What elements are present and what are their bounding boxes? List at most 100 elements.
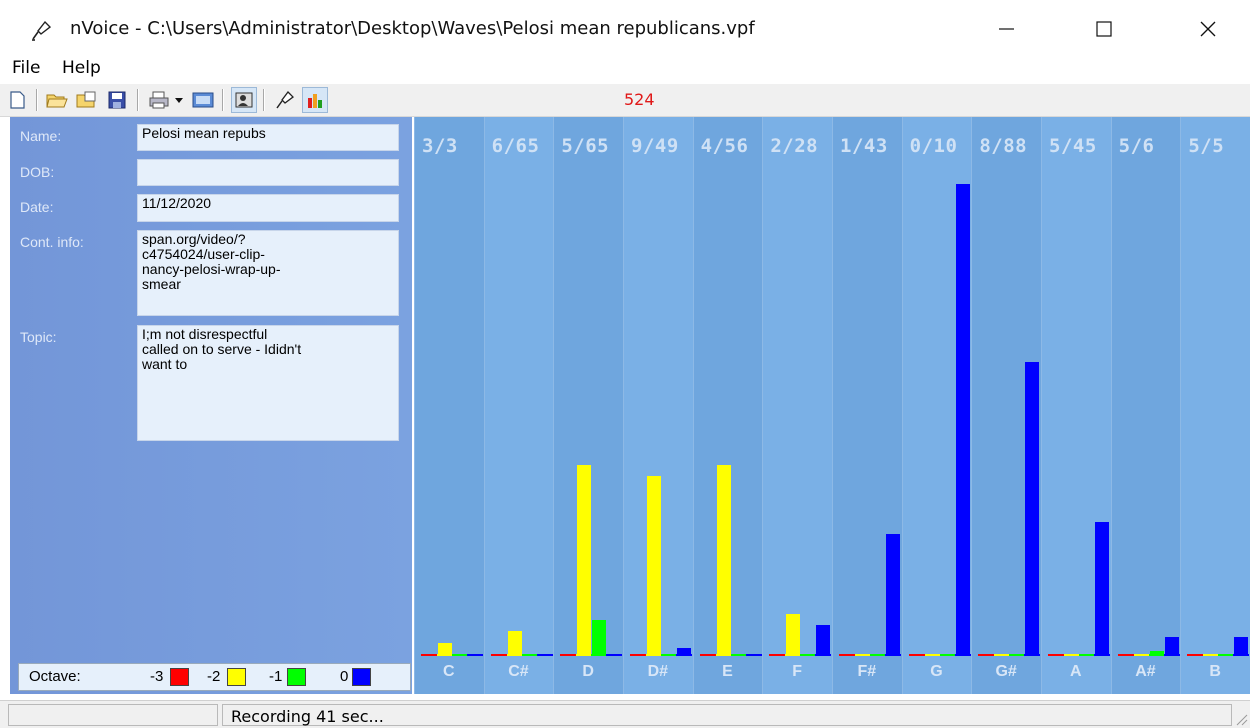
date-label: Date:	[20, 199, 54, 215]
note-count-label: 9/49	[631, 135, 679, 157]
legend-label-minus1: -1	[269, 668, 283, 685]
note-column-c-sharp	[483, 117, 554, 694]
baseline-mark	[815, 654, 832, 656]
octave-label: Octave:	[29, 668, 81, 685]
baseline-mark	[606, 654, 623, 656]
microphone-icon	[32, 20, 52, 41]
info-panel: Name: Pelosi mean repubs DOB: Date: 11/1…	[10, 117, 412, 694]
baseline-mark	[576, 654, 593, 656]
bar-f-octave-2	[786, 613, 801, 654]
print-dropdown-button[interactable]	[172, 87, 186, 113]
save-button[interactable]	[104, 87, 130, 113]
baseline-mark	[699, 654, 716, 656]
bar-c-octave-2	[437, 642, 452, 654]
topic-field[interactable]: I;m not disrespectful called on to serve…	[137, 325, 399, 441]
bar-a-sharp-octave0	[1164, 636, 1179, 654]
baseline-mark	[1009, 654, 1026, 656]
name-field[interactable]: Pelosi mean repubs	[137, 124, 399, 151]
baseline-mark	[1063, 654, 1080, 656]
note-column-f	[762, 117, 832, 694]
bar-f-octave0	[816, 625, 831, 654]
note-count-label: 5/65	[561, 135, 610, 157]
baseline-mark	[1163, 654, 1180, 656]
toolbar-separator	[263, 89, 265, 111]
baseline-mark	[954, 654, 971, 656]
baseline-mark	[1093, 654, 1110, 656]
bar-d-octave-1	[592, 619, 607, 654]
chart-button[interactable]	[302, 87, 328, 113]
baseline-mark	[506, 654, 523, 656]
note-label: F	[792, 663, 803, 680]
person-card-icon	[235, 92, 253, 108]
legend-swatch-blue	[352, 668, 371, 686]
note-label: A#	[1135, 663, 1156, 680]
window-button[interactable]	[190, 87, 216, 113]
new-file-icon	[10, 91, 25, 109]
baseline-mark	[800, 654, 817, 656]
baseline-mark	[869, 654, 886, 656]
open-file-button[interactable]	[74, 87, 100, 113]
window-icon	[192, 92, 214, 108]
baseline-mark	[1078, 654, 1095, 656]
baseline-mark	[1218, 654, 1235, 656]
legend-label-minus3: -3	[150, 668, 164, 685]
baseline-mark	[1148, 654, 1165, 656]
menu-file[interactable]: File	[12, 58, 40, 78]
note-label: E	[722, 663, 733, 680]
baseline-mark	[629, 654, 646, 656]
resize-grip-icon[interactable]	[1234, 712, 1248, 726]
baseline-mark	[1047, 654, 1064, 656]
menu-bar: File Help	[0, 55, 1250, 83]
close-button[interactable]	[1188, 14, 1228, 44]
new-file-button[interactable]	[4, 87, 30, 113]
baseline-mark	[645, 654, 662, 656]
status-cell-empty	[8, 704, 218, 726]
record-button[interactable]	[272, 87, 298, 113]
close-icon	[1200, 21, 1216, 37]
baseline-mark	[884, 654, 901, 656]
legend-label-0: 0	[340, 668, 349, 685]
baseline-mark	[1117, 654, 1134, 656]
dropdown-arrow-icon	[175, 98, 183, 103]
baseline-mark	[769, 654, 786, 656]
toolbar-separator	[36, 89, 38, 111]
name-label: Name:	[20, 128, 62, 144]
dob-field[interactable]	[137, 159, 399, 186]
note-count-label: 5/6	[1118, 135, 1155, 157]
print-button[interactable]	[146, 87, 172, 113]
note-column-c	[414, 117, 484, 694]
note-count-label: 2/28	[770, 135, 819, 157]
dob-label: DOB:	[20, 164, 55, 180]
baseline-mark	[1233, 654, 1250, 656]
person-card-button[interactable]	[231, 87, 257, 113]
baseline-mark	[1133, 654, 1150, 656]
legend-swatch-red	[170, 668, 189, 686]
maximize-button[interactable]	[1084, 14, 1124, 44]
bar-d-octave-2	[577, 464, 592, 654]
status-bar: Recording 41 sec...	[0, 700, 1250, 728]
minimize-button[interactable]	[986, 14, 1026, 44]
baseline-mark	[939, 654, 956, 656]
save-icon	[108, 91, 126, 109]
baseline-mark	[715, 654, 732, 656]
bar-a-octave0	[1094, 522, 1109, 654]
baseline-mark	[978, 654, 995, 656]
baseline-mark	[994, 654, 1011, 656]
baseline-mark	[436, 654, 453, 656]
baseline-mark	[908, 654, 925, 656]
baseline-mark	[466, 654, 483, 656]
baseline-mark	[1024, 654, 1041, 656]
toolbar-separator	[137, 89, 139, 111]
window-title: nVoice - C:\Users\Administrator\Desktop\…	[70, 18, 755, 39]
menu-help[interactable]: Help	[62, 58, 101, 78]
note-label: B	[1209, 663, 1221, 680]
open-button[interactable]	[44, 87, 70, 113]
baseline-mark	[536, 654, 553, 656]
note-count-label: 4/56	[700, 135, 749, 157]
maximize-icon	[1096, 21, 1112, 37]
date-field[interactable]: 11/12/2020	[137, 194, 399, 222]
note-count-label: 6/65	[491, 135, 540, 157]
open-file-icon	[76, 91, 96, 108]
bar-e-octave-2	[716, 464, 731, 654]
contact-info-field[interactable]: span.org/video/? c4754024/user-clip- nan…	[137, 230, 399, 316]
